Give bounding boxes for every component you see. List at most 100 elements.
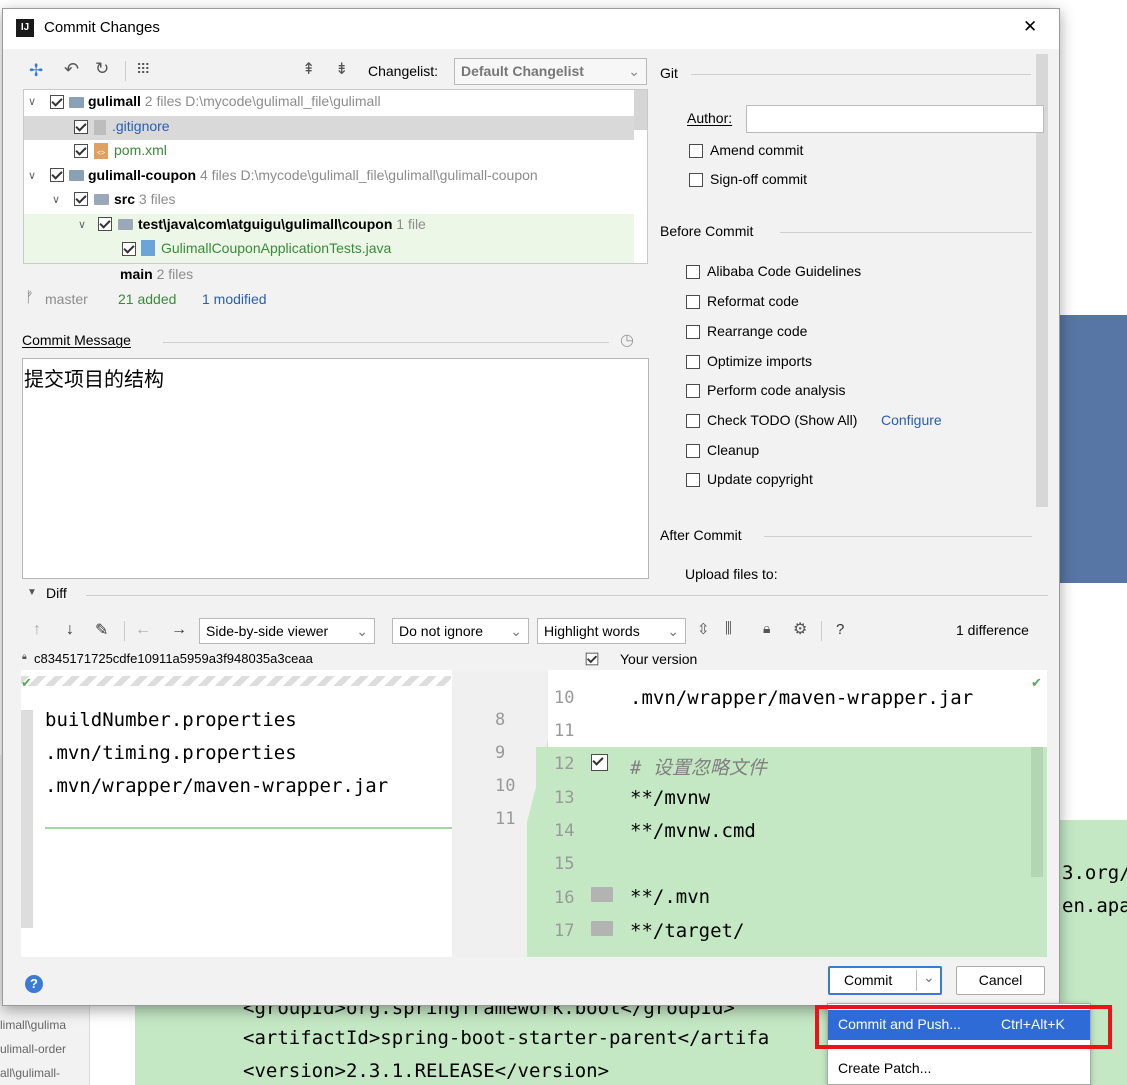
expand-all-icon[interactable]: ⇞ [302,59,315,79]
module-checkbox[interactable] [50,168,64,182]
before-commit-option-checkbox[interactable] [686,384,700,398]
gear-icon[interactable]: ⚙ [793,619,807,639]
left-line-number: 10 [495,776,516,796]
toolbar-separator [821,621,822,641]
folder-icon [118,219,133,230]
before-commit-option-label[interactable]: Cleanup [707,442,759,458]
close-icon[interactable]: ✕ [1023,17,1037,37]
module-name: gulimall [88,93,141,109]
before-commit-option-checkbox[interactable] [686,444,700,458]
before-commit-option-label[interactable]: Optimize imports [707,353,812,369]
right-line: **/.mvn [630,886,711,908]
commit-message-text: 提交项目的结构 [24,367,164,391]
after-commit-title: After Commit [660,527,742,543]
signoff-commit-checkbox[interactable] [689,173,703,187]
folded-region [21,676,451,686]
tree-item-gulimall-coupon[interactable]: gulimall-coupon 4 files D:\mycode\gulima… [88,167,538,183]
edit-source-icon[interactable]: ✎ [95,620,108,640]
folder-checkbox[interactable] [98,217,112,231]
refresh-icon[interactable]: ↻ [95,59,109,79]
prev-file-icon[interactable]: ← [135,621,151,639]
tree-scrollbar-thumb[interactable] [634,90,647,130]
added-count[interactable]: 21 added [118,291,176,307]
history-icon[interactable]: ◷ [620,330,634,350]
prev-diff-icon[interactable]: ↑ [33,621,41,639]
whitespace-value: Do not ignore [399,623,484,639]
commit-message-input[interactable]: 提交项目的结构 [22,358,649,579]
include-all-checkbox[interactable] [585,652,599,666]
file-checkbox[interactable] [122,242,136,256]
before-commit-option-label[interactable]: Perform code analysis [707,382,846,398]
group-by-icon[interactable]: ⠿⠇ [136,61,154,78]
maven-file-icon: <> [94,143,108,159]
help-icon[interactable]: ? [25,975,43,993]
folder-name: test\java\com\atguigu\gulimall\coupon [138,216,393,232]
before-commit-option-checkbox[interactable] [686,295,700,309]
cancel-button[interactable]: Cancel [956,966,1045,995]
before-commit-option-checkbox[interactable] [686,414,700,428]
next-diff-icon[interactable]: ↓ [66,621,74,639]
bg-project-item[interactable]: ulimall-order [0,1042,66,1056]
menu-item-create-patch[interactable]: Create Patch... [838,1060,931,1076]
signoff-commit-label[interactable]: Sign-off commit [710,171,807,187]
bg-project-item[interactable]: all\gulimall- [0,1066,60,1080]
changelist-value: Default Changelist [461,63,584,79]
before-commit-option-checkbox[interactable] [686,355,700,369]
rollback-icon[interactable]: ↶ [64,59,79,80]
tree-item-test-package[interactable]: test\java\com\atguigu\gulimall\coupon 1 … [138,216,426,232]
left-line: buildNumber.properties [45,709,297,731]
next-file-icon[interactable]: → [171,621,187,639]
before-commit-option-checkbox[interactable] [686,325,700,339]
tree-item-main[interactable]: main 2 files [120,266,193,282]
collapse-unchanged-icon[interactable]: ⇳ [697,620,710,638]
tree-item-gitignore[interactable]: .gitignore [112,118,170,134]
before-commit-option-label[interactable]: Update copyright [707,471,813,487]
left-line-number: 8 [495,710,506,730]
chevron-down-icon[interactable]: ∨ [78,218,86,231]
modified-count[interactable]: 1 modified [202,291,267,307]
before-commit-option-label[interactable]: Check TODO (Show All) [707,412,857,428]
folder-checkbox[interactable] [74,192,88,206]
configure-link[interactable]: Configure [881,412,942,428]
chevron-down-icon[interactable]: ⌄ [923,969,935,986]
viewer-select[interactable]: Side-by-side viewer ⌄ [199,618,375,644]
right-scrollbar[interactable] [1031,747,1043,877]
whitespace-select[interactable]: Do not ignore ⌄ [392,618,529,644]
before-commit-option-checkbox[interactable] [686,473,700,487]
tree-item-pom[interactable]: pom.xml [114,142,167,158]
before-commit-title: Before Commit [660,223,754,239]
module-checkbox[interactable] [50,95,64,109]
file-checkbox[interactable] [74,144,88,158]
collapse-diff-icon[interactable]: ▼ [27,587,37,598]
separator [764,536,1032,537]
collapse-all-icon[interactable]: ⇟ [335,59,348,79]
chevron-down-icon[interactable]: ∨ [28,169,36,182]
tree-item-src[interactable]: src 3 files [114,191,176,207]
lock-icon[interactable]: 🔒︎ [763,620,770,637]
amend-commit-checkbox[interactable] [689,144,703,158]
commit-button[interactable]: Commit ⌄ [828,966,942,995]
author-field[interactable] [746,105,1044,133]
highlight-select[interactable]: Highlight words ⌄ [537,618,686,644]
chevron-down-icon[interactable]: ∨ [52,193,60,206]
module-meta: 4 files D:\mycode\gulimall_file\gulimall… [200,167,538,183]
before-commit-option-label[interactable]: Alibaba Code Guidelines [707,263,861,279]
chevron-down-icon[interactable]: ∨ [28,95,36,108]
before-commit-option-label[interactable]: Reformat code [707,293,799,309]
amend-commit-label[interactable]: Amend commit [710,142,803,158]
tree-item-test-file[interactable]: GulimallCouponApplicationTests.java [161,240,391,256]
sync-scroll-icon[interactable]: ⫼ [725,620,732,637]
include-change-checkbox[interactable] [591,754,608,771]
tree-item-gulimall[interactable]: gulimall 2 files D:\mycode\gulimall_file… [88,93,381,109]
move-to-changelist-icon[interactable]: ✢ [29,61,43,81]
left-scrollbar[interactable] [21,710,33,928]
file-checkbox[interactable] [74,120,88,134]
help-icon[interactable]: ? [836,621,844,638]
bg-project-item[interactable]: limall\gulima [0,1018,66,1032]
changelist-select[interactable]: Default Changelist ⌄ [454,58,647,85]
separator [780,232,1032,233]
before-commit-option-checkbox[interactable] [686,265,700,279]
right-line-number: 14 [554,821,575,841]
module-folder-icon [69,170,84,181]
before-commit-option-label[interactable]: Rearrange code [707,323,807,339]
